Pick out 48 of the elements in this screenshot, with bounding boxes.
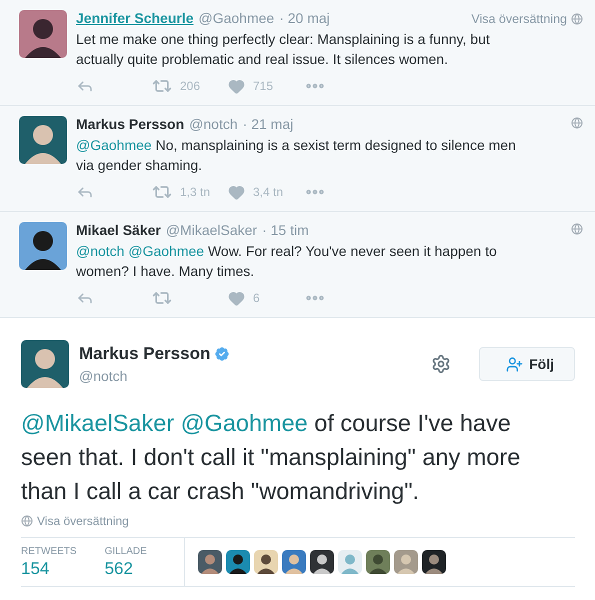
user-handle: @notch [79,368,128,384]
user-handle: @MikaelSaker [166,222,258,238]
avatar[interactable] [19,222,67,270]
tweet-text: @notch @Gaohmee Wow. For real? You've never seen it happen to women? I have. Many times. [76,242,498,281]
avatar[interactable] [310,550,334,574]
tweet-text: @Gaohmee No, mansplaining is a sexist term designed to silence men via gender shaming. [76,136,517,175]
retweet-count: 1,3 tn [180,185,210,199]
mention-link[interactable]: @notch [76,243,124,259]
mention-link[interactable]: @Gaohmee [76,137,152,153]
tweet-time[interactable]: · 15 tim [262,222,309,238]
user-handle: @Gaohmee [198,10,274,26]
stat-label: GILLADE [104,546,147,556]
tweet-text: Let me make one thing perfectly clear: Mansplaining is a funny, but actually quite problematic and real issue. It silences women. [76,30,491,69]
tweet-time[interactable]: · 20 maj [279,10,330,26]
avatar[interactable] [226,550,250,574]
tweet-text: @MikaelSaker @Gaohmee of course I've have seen that. I don't call it "mansplaining" any more than I call a car crash "womandriving". [21,409,522,506]
user-name[interactable]: Mikael Säker [76,222,161,238]
mention-link[interactable]: @Gaohmee [180,410,308,436]
tweet-time[interactable]: · 21 maj [242,116,294,132]
settings-icon[interactable] [431,354,452,374]
globe-icon [571,117,583,129]
like-count: 6 [253,291,260,305]
stat-value[interactable]: 562 [104,558,147,578]
mention-link[interactable]: @MikaelSaker [21,410,174,436]
like-count: 3,4 tn [253,185,284,199]
mention-link[interactable]: @Gaohmee [128,243,204,259]
heart-icon[interactable] [228,184,245,200]
avatar[interactable] [254,550,278,574]
stat-value[interactable]: 154 [21,558,77,578]
retweet-count: 206 [180,79,200,93]
translate-link[interactable]: Visa översättning [37,514,129,528]
heart-icon[interactable] [228,290,245,306]
user-name[interactable]: Markus Persson [76,116,184,132]
user-name[interactable]: Jennifer Scheurle [76,10,194,26]
user-name[interactable]: Markus Persson [79,344,210,364]
translate-link[interactable]: Visa översättning [471,12,567,26]
avatar[interactable] [422,550,446,574]
stat-label: RETWEETS [21,546,77,556]
user-handle: @notch [189,116,238,132]
avatar[interactable] [198,550,222,574]
heart-icon[interactable] [228,78,245,94]
globe-icon [571,13,583,25]
like-count: 715 [253,79,274,93]
globe-icon [21,515,33,527]
add-user-icon [506,356,524,372]
follow-button[interactable]: Följ [479,347,575,381]
avatar[interactable] [366,550,390,574]
globe-icon [571,223,583,235]
